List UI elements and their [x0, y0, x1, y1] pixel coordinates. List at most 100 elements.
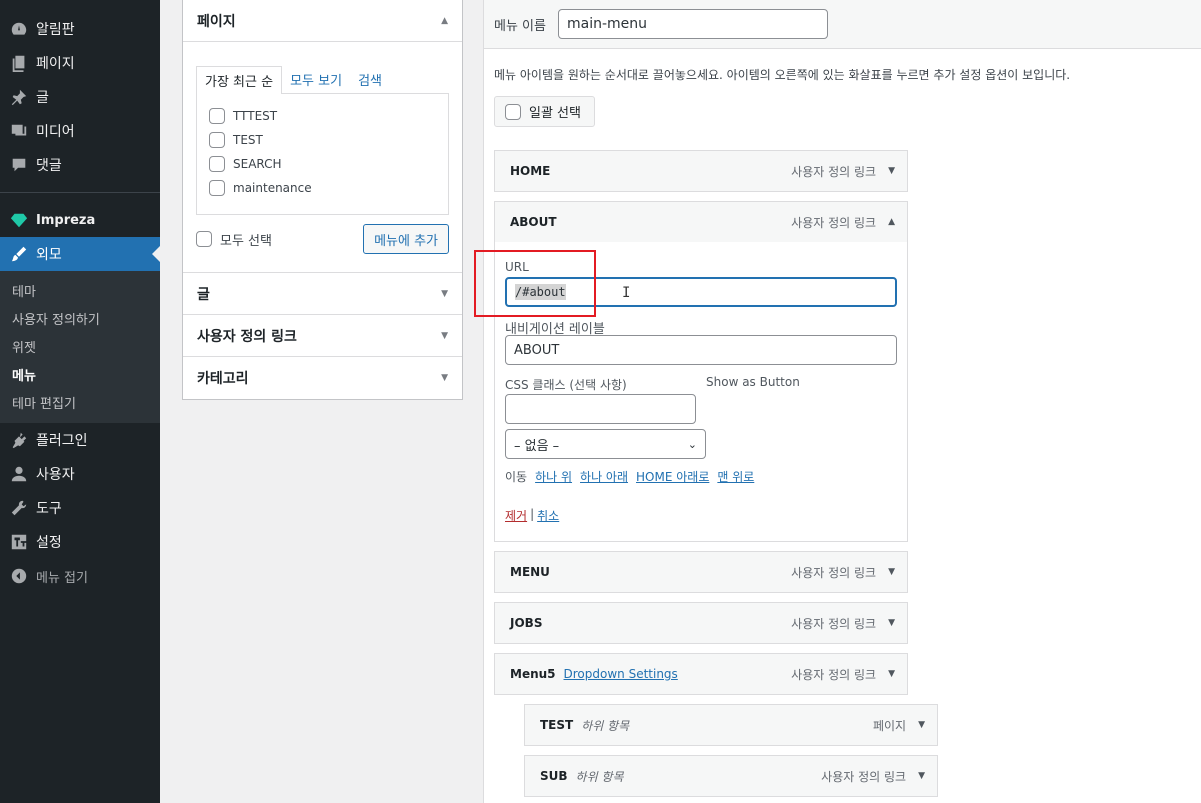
menu-item-type: 사용자 정의 링크	[791, 215, 877, 230]
sidebar-item-label: 페이지	[36, 56, 75, 72]
menu-item-jobs[interactable]: JOBS 사용자 정의 링크 ▼	[494, 602, 908, 644]
pin-icon	[10, 88, 28, 106]
settings-icon	[10, 533, 28, 551]
select-all-checkbox[interactable]	[196, 231, 212, 247]
sidebar-separator	[0, 192, 160, 193]
sidebar-item-impreza[interactable]: Impreza	[0, 203, 160, 237]
add-to-menu-button[interactable]: 메뉴에 추가	[363, 224, 449, 254]
pages-section-header[interactable]: 페이지 ▲	[183, 0, 462, 42]
page-label: maintenance	[233, 181, 312, 195]
categories-section-header[interactable]: 카테고리 ▼	[183, 357, 462, 399]
sidebar-item-label: Impreza	[36, 212, 96, 228]
submenu-themes[interactable]: 테마	[0, 276, 160, 304]
sidebar-item-label: 플러그인	[36, 433, 88, 449]
page-checkbox[interactable]	[209, 156, 225, 172]
menu-item-home[interactable]: HOME 사용자 정의 링크 ▼	[494, 150, 908, 192]
sidebar-item-label: 미디어	[36, 124, 75, 140]
comment-icon	[10, 156, 28, 174]
menu-item-menu5[interactable]: Menu5 Dropdown Settings 사용자 정의 링크 ▼	[494, 653, 908, 695]
annotation-highlight-box	[474, 250, 596, 317]
page-checkbox[interactable]	[209, 180, 225, 196]
item-actions: 제거 | 취소	[505, 507, 559, 524]
move-up-one-link[interactable]: 하나 위	[535, 468, 572, 485]
tab-search[interactable]: 검색	[350, 66, 390, 93]
expand-down-icon[interactable]: ▼	[888, 567, 895, 577]
wrench-icon	[10, 499, 28, 517]
sidebar-item-tools[interactable]: 도구	[0, 491, 160, 525]
css-classes-input[interactable]	[505, 394, 696, 424]
brush-icon	[10, 245, 28, 263]
list-item: TTTEST	[209, 104, 436, 128]
diamond-icon	[10, 211, 28, 229]
expand-down-icon[interactable]: ▼	[918, 771, 925, 781]
sidebar-item-dashboard[interactable]: 알림판	[0, 12, 160, 46]
sidebar-item-label: 외모	[36, 247, 62, 263]
appearance-submenu: 테마 사용자 정의하기 위젯 메뉴 테마 편집기	[0, 271, 160, 423]
dropdown-settings-link[interactable]: Dropdown Settings	[564, 667, 678, 681]
page-checkbox[interactable]	[209, 132, 225, 148]
section-title: 카테고리	[197, 371, 249, 387]
menu-item-about[interactable]: ABOUT 사용자 정의 링크 ▲	[494, 201, 908, 243]
expand-down-icon[interactable]: ▼	[918, 720, 925, 730]
remove-link[interactable]: 제거	[505, 507, 527, 524]
menu-header: 메뉴 이름 main-menu	[484, 0, 1201, 49]
collapse-up-icon: ▲	[441, 15, 448, 26]
action-separator: |	[530, 507, 535, 521]
sidebar-item-settings[interactable]: 설정	[0, 525, 160, 559]
sidebar-item-pages[interactable]: 페이지	[0, 46, 160, 80]
menu-item-menu[interactable]: MENU 사용자 정의 링크 ▼	[494, 551, 908, 593]
posts-section-header[interactable]: 글 ▼	[183, 273, 462, 315]
cancel-link[interactable]: 취소	[537, 507, 559, 524]
collapse-menu-button[interactable]: 메뉴 접기	[0, 559, 160, 593]
expand-down-icon[interactable]: ▼	[888, 166, 895, 176]
menu-name-input[interactable]: main-menu	[557, 9, 828, 39]
tab-most-recent[interactable]: 가장 최근 순	[196, 66, 283, 94]
select-value: – 없음 –	[514, 438, 560, 454]
pages-panel-footer: 모두 선택 메뉴에 추가	[196, 224, 449, 254]
menu-item-sub[interactable]: SUB 하위 항목 사용자 정의 링크 ▼	[524, 755, 938, 797]
move-under-home-link[interactable]: HOME 아래로	[636, 468, 709, 485]
menu-item-title: TEST	[540, 718, 574, 732]
section-title: 글	[197, 286, 210, 303]
sidebar-item-plugins[interactable]: 플러그인	[0, 423, 160, 457]
expand-down-icon[interactable]: ▼	[888, 618, 895, 628]
chevron-down-icon: ⌄	[687, 437, 697, 451]
submenu-menus[interactable]: 메뉴	[0, 360, 160, 388]
tab-view-all[interactable]: 모두 보기	[282, 66, 350, 93]
move-to-top-link[interactable]: 맨 위로	[717, 468, 754, 485]
pages-icon	[10, 54, 28, 72]
sidebar-item-label: 알림판	[36, 22, 75, 38]
page-checkbox[interactable]	[209, 108, 225, 124]
submenu-theme-editor[interactable]: 테마 편집기	[0, 388, 160, 416]
sidebar-item-appearance[interactable]: 외모	[0, 237, 160, 271]
sub-item-label: 하위 항목	[575, 769, 624, 784]
menu-item-test[interactable]: TEST 하위 항목 페이지 ▼	[524, 704, 938, 746]
add-menu-items-panel: 페이지 ▲ 가장 최근 순 모두 보기 검색 TTTEST TEST SEARC…	[182, 0, 463, 400]
move-down-one-link[interactable]: 하나 아래	[580, 468, 628, 485]
expand-down-icon[interactable]: ▼	[888, 669, 895, 679]
list-item: TEST	[209, 128, 436, 152]
show-as-button-label: Show as Button	[706, 375, 800, 389]
dashboard-icon	[10, 20, 28, 38]
media-icon	[10, 122, 28, 140]
section-title: 사용자 정의 링크	[197, 328, 297, 345]
collapse-arrow-icon	[10, 567, 28, 585]
move-label: 이동	[505, 470, 528, 484]
menu-item-type: 사용자 정의 링크	[791, 164, 877, 179]
menu-item-title: MENU	[510, 565, 550, 579]
menu-item-title: Menu5	[510, 667, 556, 681]
bulk-select-checkbox[interactable]	[505, 103, 521, 120]
sidebar-item-media[interactable]: 미디어	[0, 114, 160, 148]
submenu-customize[interactable]: 사용자 정의하기	[0, 304, 160, 332]
custom-links-section-header[interactable]: 사용자 정의 링크 ▼	[183, 315, 462, 357]
sidebar-item-posts[interactable]: 글	[0, 80, 160, 114]
submenu-widgets[interactable]: 위젯	[0, 332, 160, 360]
collapse-up-icon[interactable]: ▲	[888, 217, 895, 227]
select-all-label: 모두 선택	[220, 233, 272, 249]
sidebar-item-comments[interactable]: 댓글	[0, 148, 160, 182]
bulk-select-button[interactable]: 일괄 선택	[494, 96, 595, 127]
nav-label-input[interactable]: ABOUT	[505, 335, 897, 365]
sidebar-item-users[interactable]: 사용자	[0, 457, 160, 491]
show-as-button-select[interactable]: – 없음 – ⌄	[505, 429, 706, 459]
menu-item-type: 사용자 정의 링크	[821, 769, 907, 784]
